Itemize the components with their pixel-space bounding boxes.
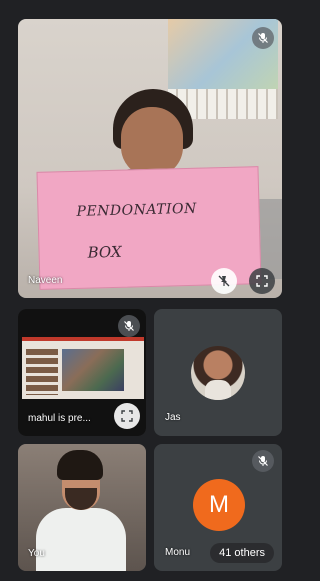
slide-photo	[62, 349, 124, 391]
mic-muted-badge	[252, 27, 274, 49]
mic-off-icon	[124, 321, 134, 331]
sign-text-line1: PENDONATION	[76, 200, 198, 220]
participant-name: Naveen	[28, 275, 63, 286]
avatar-photo-body	[205, 380, 231, 400]
mic-off-icon	[258, 456, 268, 466]
avatar: M	[193, 479, 245, 531]
self-hair	[57, 450, 103, 480]
others-count-button[interactable]: 41 others	[210, 543, 274, 563]
pin-off-icon	[218, 275, 230, 287]
mic-off-icon	[258, 33, 268, 43]
others-tile[interactable]: M Monu 41 others	[154, 444, 282, 571]
participant-name: You	[28, 548, 45, 559]
self-body	[36, 508, 126, 571]
fullscreen-icon	[121, 410, 133, 422]
avatar	[191, 346, 245, 400]
self-view-tile[interactable]: You	[18, 444, 146, 571]
unpin-button[interactable]	[211, 268, 237, 294]
participant-name: Monu	[165, 547, 191, 558]
mic-muted-badge	[252, 450, 274, 472]
fullscreen-icon	[256, 275, 268, 287]
sign-text-line2: BOX	[87, 242, 122, 262]
presenter-label: mahul is pre...	[28, 413, 91, 424]
mic-muted-badge	[118, 315, 140, 337]
slide-sidebar	[26, 349, 58, 395]
fullscreen-button[interactable]	[114, 403, 140, 429]
participant-tile-jas[interactable]: Jas	[154, 309, 282, 436]
main-participant-tile[interactable]: PENDONATION BOX Naveen	[18, 19, 282, 298]
participant-name: Jas	[165, 412, 181, 423]
participant-face	[121, 107, 183, 177]
fullscreen-button[interactable]	[249, 268, 275, 294]
presentation-tile[interactable]: mahul is pre...	[18, 309, 146, 436]
